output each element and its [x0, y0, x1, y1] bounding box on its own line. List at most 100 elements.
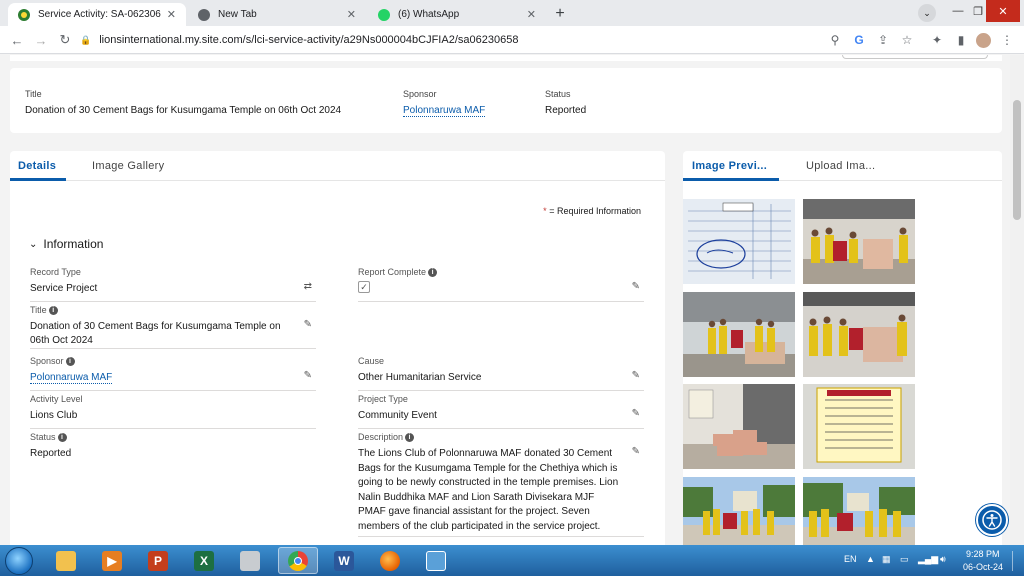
cause-value: Other Humanitarian Service — [358, 372, 482, 383]
sponsor-label: Sponsor — [403, 89, 437, 99]
required-info-note: * = Required Information — [543, 206, 641, 216]
window-icon — [426, 550, 446, 571]
accessibility-button[interactable] — [976, 504, 1008, 536]
signboard-photo — [803, 384, 915, 469]
report-complete-checkbox[interactable]: ✓ — [358, 281, 370, 293]
page-scrollbar[interactable] — [1010, 55, 1024, 545]
new-tab-button[interactable]: + — [550, 4, 570, 24]
volume-icon[interactable]: 🔊︎ — [940, 554, 946, 565]
bookmark-star-icon[interactable]: ☆ — [898, 31, 916, 49]
folder-icon — [56, 550, 76, 571]
close-icon[interactable]: ✕ — [527, 8, 536, 21]
taskbar-excel[interactable]: X — [184, 547, 224, 574]
image-tabs: Image Previ... Upload Ima... — [683, 151, 1002, 181]
location-icon[interactable]: ⚲ — [826, 31, 844, 49]
taskbar-calculator[interactable] — [230, 547, 270, 574]
show-desktop-button[interactable] — [1012, 551, 1020, 571]
taskbar-word[interactable]: W — [324, 547, 364, 574]
sponsor-field-link[interactable]: Polonnaruwa MAF — [30, 372, 113, 384]
scrollbar-thumb[interactable] — [1013, 100, 1021, 220]
image-thumbnail[interactable] — [683, 384, 795, 469]
page-content: Title Donation of 30 Cement Bags for Kus… — [0, 55, 1024, 545]
close-icon[interactable]: ✕ — [167, 8, 176, 21]
reload-button[interactable]: ↻ — [56, 31, 74, 49]
google-icon[interactable]: G — [850, 31, 868, 49]
info-icon[interactable]: i — [57, 432, 67, 442]
url-text: lionsinternational.my.site.com/s/lci-ser… — [99, 34, 519, 46]
side-panel-icon[interactable]: ▮ — [952, 31, 970, 49]
taskbar-firefox[interactable] — [370, 547, 410, 574]
signal-icon[interactable]: ▂▄▆ — [918, 554, 938, 565]
outdoor-group-photo-1 — [683, 477, 795, 545]
image-thumbnail[interactable] — [803, 477, 915, 545]
browser-toolbar: ← → ↻ 🔒 lionsinternational.my.site.com/s… — [0, 26, 1024, 54]
status-field-value: Reported — [30, 448, 72, 459]
close-window-button[interactable]: ✕ — [986, 0, 1020, 22]
tab-service-activity[interactable]: Service Activity: SA-06230658 ✕ — [8, 3, 186, 26]
edit-pencil-icon[interactable]: ✎ — [304, 370, 312, 381]
firefox-icon — [380, 550, 400, 571]
browser-tab-strip: Service Activity: SA-06230658 ✕ New Tab … — [0, 0, 1024, 26]
field-sponsor: Sponsor i Polonnaruwa MAF ✎ — [30, 356, 316, 391]
media-player-icon: ▶ — [102, 550, 122, 571]
windows-taskbar: ▶ P X W EN ▲ ▦ ▭ ▂▄▆ 🔊︎ 9:28 PM 06-Oct-2… — [0, 545, 1024, 576]
tab-search-button[interactable]: ⌄ — [918, 4, 936, 22]
start-button[interactable] — [5, 547, 33, 575]
information-section-header[interactable]: ⌄ Information — [29, 237, 103, 251]
edit-pencil-icon[interactable]: ✎ — [632, 370, 640, 381]
calculator-icon — [240, 550, 260, 571]
change-record-type-icon[interactable]: ⇄ — [304, 281, 312, 292]
taskbar-powerpoint[interactable]: P — [138, 547, 178, 574]
tab-title: (6) WhatsApp — [398, 9, 460, 20]
tab-image-preview[interactable]: Image Previ... — [692, 160, 767, 172]
info-icon[interactable]: i — [428, 267, 438, 277]
share-icon[interactable]: ⇪ — [874, 31, 892, 49]
tray-chevron-icon[interactable]: ▲ — [866, 554, 875, 564]
edit-pencil-icon[interactable]: ✎ — [632, 446, 640, 457]
status-value: Reported — [545, 105, 587, 116]
tab-whatsapp[interactable]: (6) WhatsApp ✕ — [368, 3, 546, 26]
info-icon[interactable]: i — [48, 305, 58, 315]
tab-new-tab[interactable]: New Tab ✕ — [188, 3, 366, 26]
title-field-value: Donation of 30 Cement Bags for Kusumgama… — [30, 321, 281, 346]
clock-date[interactable]: 06-Oct-24 — [963, 562, 1003, 572]
edit-pencil-icon[interactable]: ✎ — [632, 281, 640, 292]
close-icon[interactable]: ✕ — [347, 8, 356, 21]
action-buttons-edge — [842, 55, 988, 59]
image-thumbnail[interactable] — [683, 199, 795, 284]
image-thumbnail[interactable] — [803, 384, 915, 469]
language-indicator[interactable]: EN — [844, 554, 857, 564]
tray-apps-icon[interactable]: ▦ — [882, 554, 891, 565]
taskbar-file-explorer[interactable] — [46, 547, 86, 574]
back-button[interactable]: ← — [8, 31, 26, 49]
tab-image-gallery[interactable]: Image Gallery — [92, 160, 164, 172]
field-status: Status i Reported — [30, 432, 316, 467]
image-thumbnail[interactable] — [803, 199, 915, 284]
details-tabs: Details Image Gallery — [10, 151, 665, 181]
edit-pencil-icon[interactable]: ✎ — [304, 319, 312, 330]
forward-button[interactable]: → — [32, 31, 50, 49]
avatar[interactable] — [974, 31, 992, 49]
battery-icon[interactable]: ▭ — [900, 554, 909, 565]
group-photo-2 — [683, 292, 795, 377]
field-cause: Cause Other Humanitarian Service ✎ — [358, 356, 644, 391]
tab-title: New Tab — [218, 9, 257, 20]
info-icon[interactable]: i — [65, 356, 75, 366]
active-tab-indicator — [10, 178, 66, 181]
address-bar[interactable]: 🔒 lionsinternational.my.site.com/s/lci-s… — [80, 29, 820, 51]
image-thumbnail[interactable] — [683, 477, 795, 545]
tab-details[interactable]: Details — [18, 160, 56, 172]
taskbar-desktop-app[interactable] — [416, 547, 456, 574]
taskbar-chrome[interactable] — [278, 547, 318, 574]
taskbar-media-player[interactable]: ▶ — [92, 547, 132, 574]
sponsor-link[interactable]: Polonnaruwa MAF — [403, 105, 486, 117]
info-icon[interactable]: i — [405, 432, 415, 442]
image-thumbnail[interactable] — [803, 292, 915, 377]
project-type-value: Community Event — [358, 410, 437, 421]
edit-pencil-icon[interactable]: ✎ — [632, 408, 640, 419]
tab-upload-image[interactable]: Upload Ima... — [806, 160, 875, 172]
image-thumbnail[interactable] — [683, 292, 795, 377]
extensions-icon[interactable]: ✦ — [928, 31, 946, 49]
clock-time[interactable]: 9:28 PM — [966, 549, 1000, 559]
menu-kebab-icon[interactable]: ⋮ — [998, 31, 1016, 49]
